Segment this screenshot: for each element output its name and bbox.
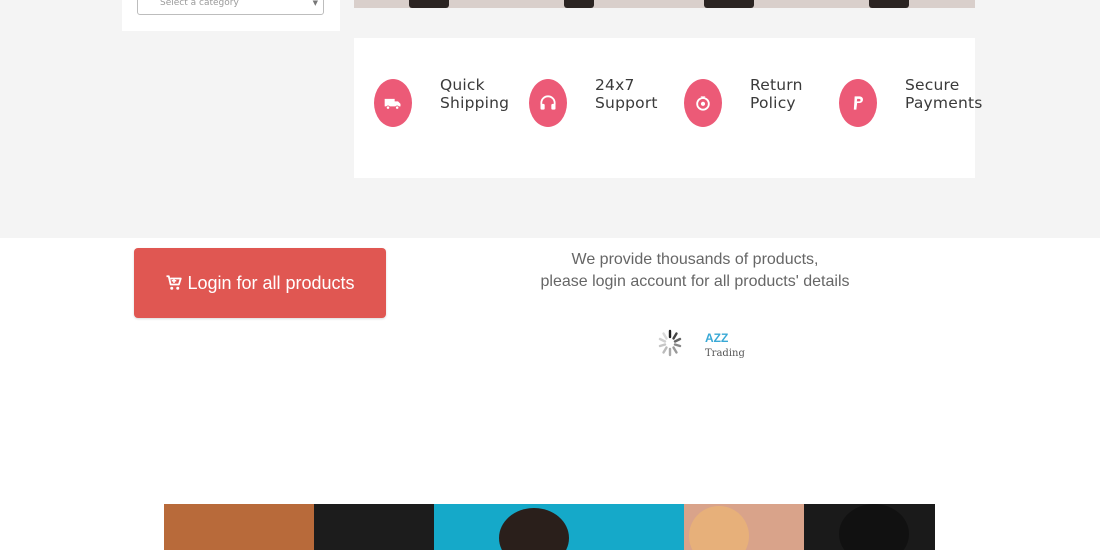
brand-subtitle: Trading <box>705 348 745 359</box>
feature-label: Secure Payments <box>905 76 983 112</box>
hero-banner-image <box>354 0 975 8</box>
chevron-down-icon: ▼ <box>312 0 318 7</box>
loading-spinner-icon <box>658 329 682 357</box>
banner-segment <box>314 504 434 550</box>
category-select-placeholder: Select a category <box>160 0 239 8</box>
category-select[interactable]: Select a category ▼ <box>137 0 324 15</box>
login-message: We provide thousands of products, please… <box>520 249 870 293</box>
banner-figure <box>409 0 449 8</box>
banner-figure <box>869 0 909 8</box>
payment-icon <box>839 79 877 127</box>
truck-icon <box>374 79 412 127</box>
return-icon <box>684 79 722 127</box>
banner-figure <box>704 0 754 8</box>
feature-label: Return Policy <box>750 76 803 112</box>
banner-figure <box>564 0 594 8</box>
promo-banner-image <box>164 504 935 550</box>
feature-label: 24x7 Support <box>595 76 658 112</box>
login-button[interactable]: Login for all products <box>134 248 386 318</box>
login-message-line1: We provide thousands of products, <box>571 251 819 268</box>
login-button-label: Login for all products <box>187 272 355 293</box>
features-panel: Quick Shipping 24x7 Support Return Polic… <box>354 38 982 178</box>
feature-label: Quick Shipping <box>440 76 510 112</box>
brand-name: AZZ <box>705 331 729 345</box>
headphones-icon <box>529 79 567 127</box>
login-message-line2: please login account for all products' d… <box>540 273 850 290</box>
cart-icon <box>166 275 183 290</box>
banner-segment <box>164 504 314 550</box>
